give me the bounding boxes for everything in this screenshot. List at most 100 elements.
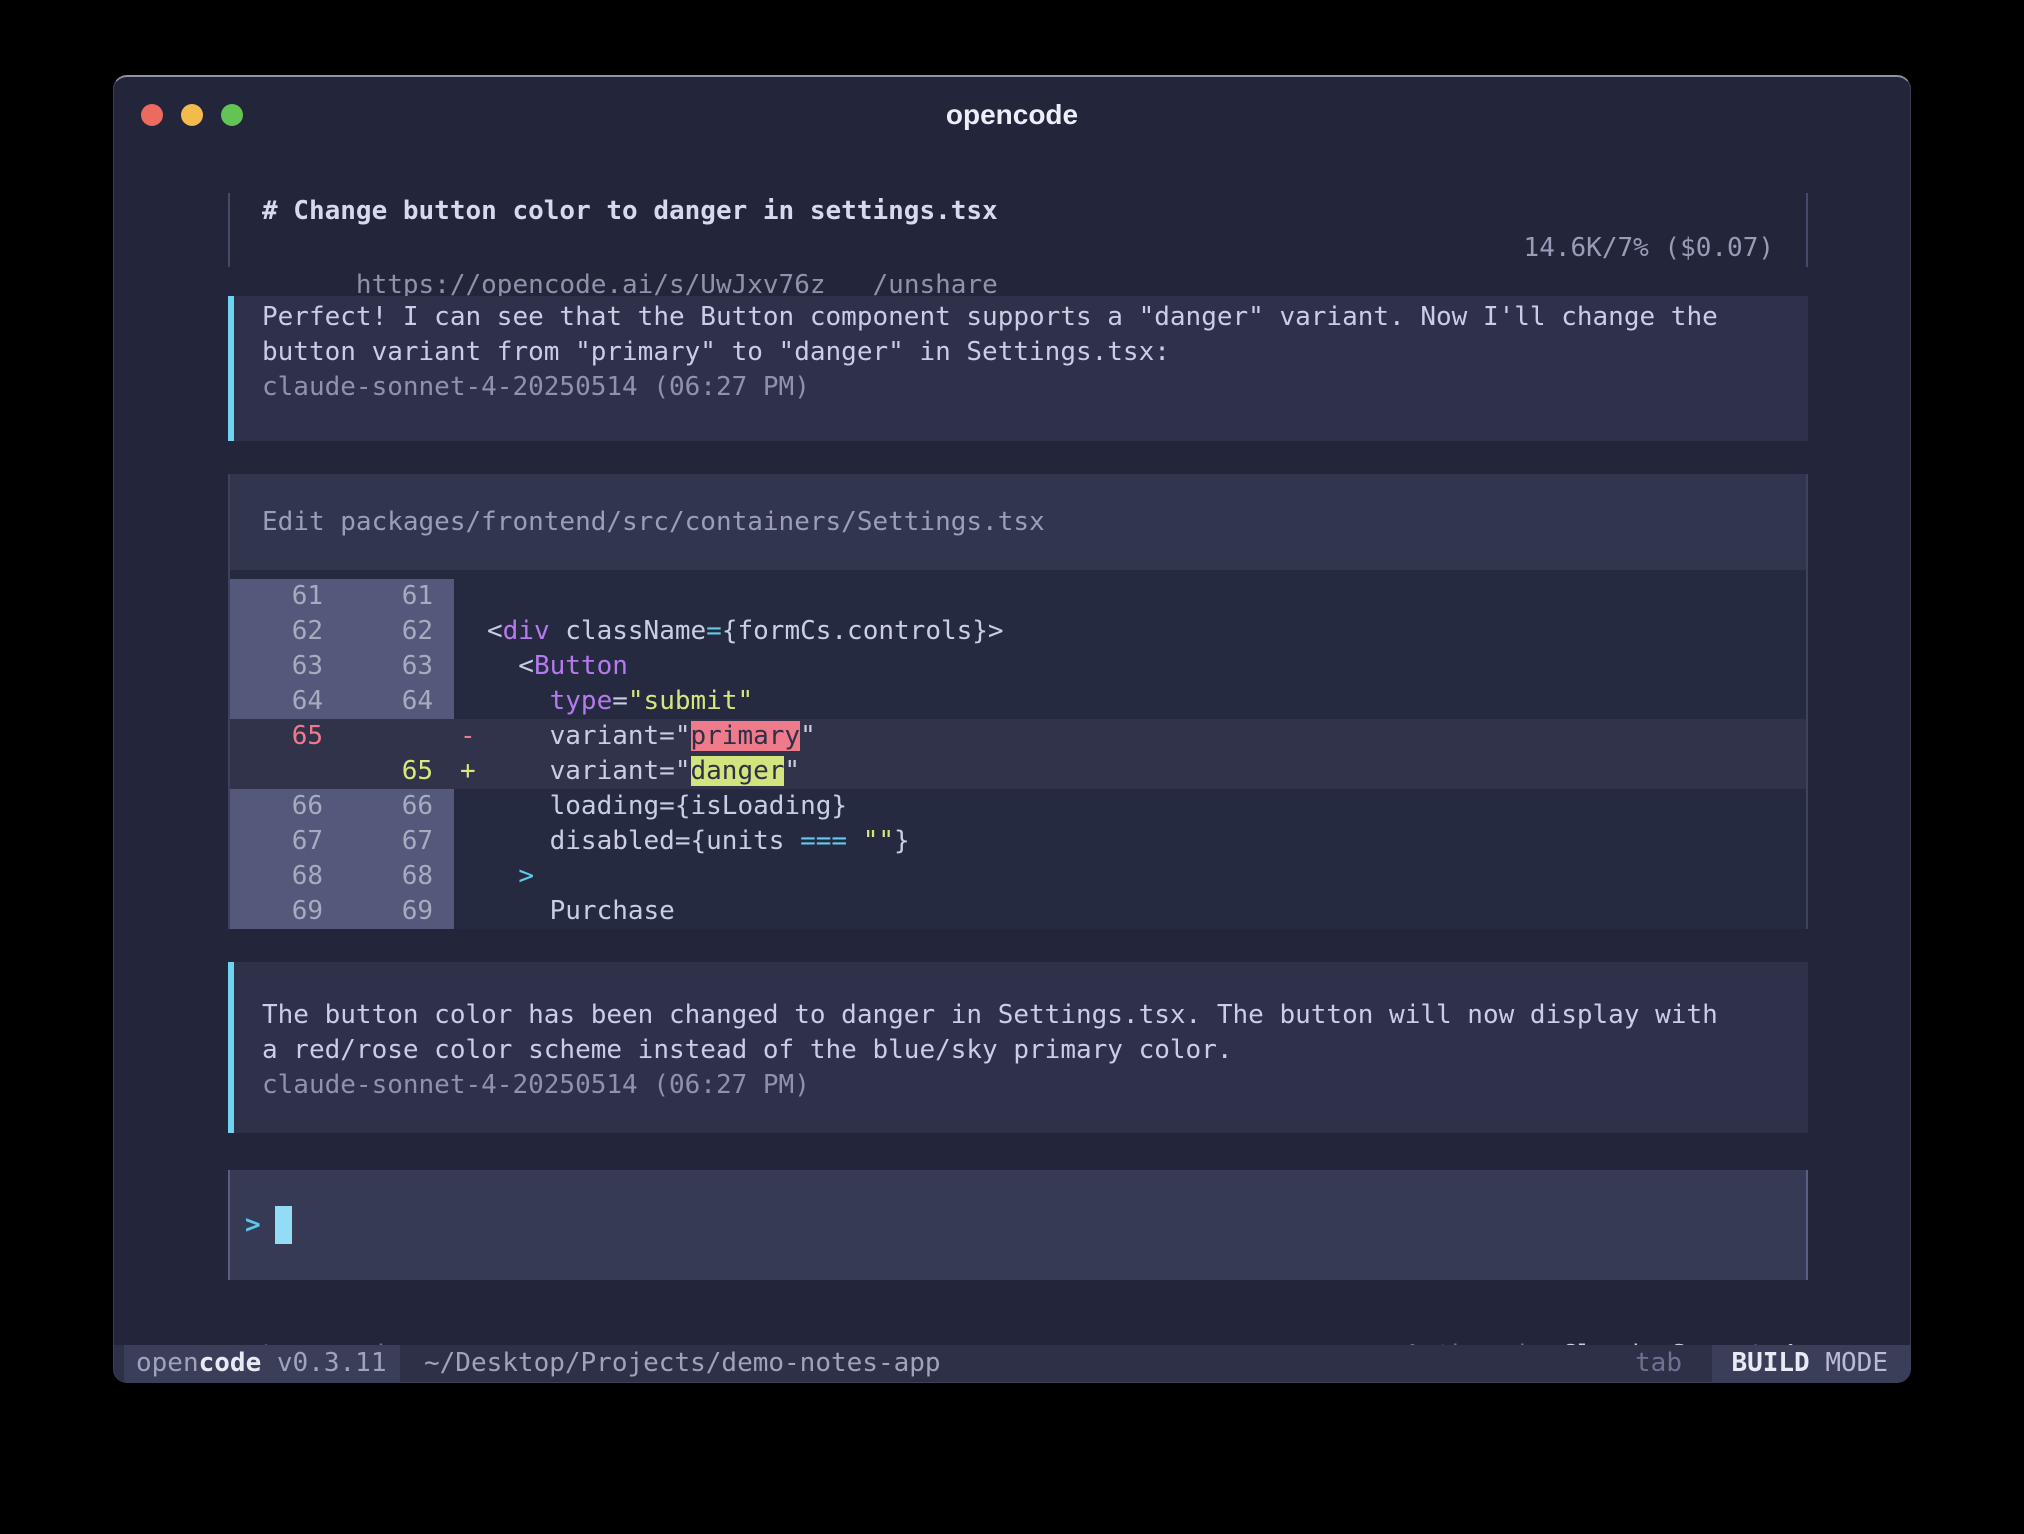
code-token: {formCs.controls}> [722,616,1004,646]
app-version: v0.3.11 [261,1348,386,1378]
diff-gutter: 65 [230,754,454,789]
code-token [847,826,863,856]
old-line-number: 69 [230,894,342,929]
old-line-number: 63 [230,649,342,684]
edit-tool-panel: Edit packages/frontend/src/containers/Se… [228,474,1808,929]
code-token: primary [691,721,801,751]
diff-row: 6464 type="submit" [230,684,1806,719]
status-bar: opencode v0.3.11 ~/Desktop/Projects/demo… [114,1345,1910,1382]
old-line-number [230,754,342,789]
text-cursor [275,1206,292,1244]
diff-gutter: 6868 [230,859,454,894]
code-token: = [706,616,722,646]
assistant-message-text: The button color has been changed to dan… [262,998,1808,1068]
diff-gutter: 6666 [230,789,454,824]
diff-gutter: 6262 [230,614,454,649]
diff-row: 6262 <div className={formCs.controls}> [230,614,1806,649]
diff-row: 6363 <Button [230,649,1806,684]
diff-gutter: 65 [230,719,454,754]
diff-code-line: loading={isLoading} [487,789,847,824]
session-title: # Change button color to danger in setti… [262,193,1774,230]
diff-code-line: > [487,859,534,894]
assistant-message-meta: claude-sonnet-4-20250514 (06:27 PM) [262,370,1808,405]
diff-row: 6868 > [230,859,1806,894]
code-token: " [800,721,816,751]
new-line-number: 68 [342,859,454,894]
diff-code-line: variant="danger" [487,754,800,789]
code-token: = [612,686,628,716]
code-token: Button [534,651,628,681]
old-line-number: 61 [230,579,342,614]
assistant-message-text: Perfect! I can see that the Button compo… [262,300,1808,370]
new-line-number: 66 [342,789,454,824]
code-token: } [894,826,910,856]
old-line-number: 67 [230,824,342,859]
diff-marker [454,579,487,614]
diff-code-line: <Button [487,649,628,684]
old-line-number: 62 [230,614,342,649]
diff-view: 61616262<div className={formCs.controls}… [230,570,1806,929]
new-line-number [342,719,454,754]
mode-chip: BUILD MODE [1712,1345,1910,1382]
diff-marker [454,824,487,859]
code-token: variant=" [487,756,691,786]
edit-tool-title: Edit packages/frontend/src/containers/Se… [230,474,1806,570]
diff-marker [454,859,487,894]
diff-marker [454,649,487,684]
mode-name: BUILD [1731,1348,1809,1378]
new-line-number: 69 [342,894,454,929]
code-token: > [518,861,534,891]
app-name-open: open [136,1348,199,1378]
code-token: < [487,651,534,681]
diff-code-line: variant="primary" [487,719,816,754]
mode-suffix: MODE [1810,1348,1888,1378]
diff-gutter: 6767 [230,824,454,859]
new-line-number: 61 [342,579,454,614]
diff-marker [454,789,487,824]
tab-key-hint: tab [1635,1345,1682,1382]
diff-gutter: 6464 [230,684,454,719]
assistant-message-meta: claude-sonnet-4-20250514 (06:27 PM) [262,1068,1808,1103]
old-line-number: 65 [230,719,342,754]
diff-row: 6969 Purchase [230,894,1806,929]
app-version-chip: opencode v0.3.11 [124,1345,400,1382]
token-usage-counter: 14.6K/7% ($0.07) [1524,230,1774,267]
code-token: className [550,616,707,646]
diff-code-line: Purchase [487,894,675,929]
prompt-symbol: > [245,1210,261,1240]
diff-marker: + [454,754,487,789]
app-name-code: code [199,1348,262,1378]
new-line-number: 64 [342,684,454,719]
code-token: div [503,616,550,646]
code-token [487,861,518,891]
diff-gutter: 6969 [230,894,454,929]
diff-row: 65 - variant="primary" [230,719,1806,754]
prompt-input[interactable]: > [228,1170,1808,1280]
opencode-window: opencode # Change button color to danger… [113,75,1911,1383]
diff-row: 6767 disabled={units === ""} [230,824,1806,859]
code-token: disabled={units [487,826,800,856]
assistant-message: The button color has been changed to dan… [228,962,1808,1133]
diff-row: 6666 loading={isLoading} [230,789,1806,824]
code-token [487,686,550,716]
session-header: # Change button color to danger in setti… [228,193,1808,267]
diff-row: 65+ variant="danger" [230,754,1806,789]
code-token: Purchase [487,896,675,926]
diff-code-line: disabled={units === ""} [487,824,910,859]
new-line-number: 62 [342,614,454,649]
diff-marker: - [454,719,487,754]
new-line-number: 65 [342,754,454,789]
code-token: "" [863,826,894,856]
diff-gutter: 6363 [230,649,454,684]
code-token: < [487,616,503,646]
diff-marker [454,614,487,649]
code-token: " [784,756,800,786]
window-title: opencode [114,99,1910,131]
code-token: loading={isLoading} [487,791,847,821]
diff-gutter: 6161 [230,579,454,614]
old-line-number: 68 [230,859,342,894]
diff-code-line: type="submit" [487,684,753,719]
window-titlebar: opencode [114,77,1910,147]
diff-marker [454,894,487,929]
assistant-message: Perfect! I can see that the Button compo… [228,296,1808,441]
